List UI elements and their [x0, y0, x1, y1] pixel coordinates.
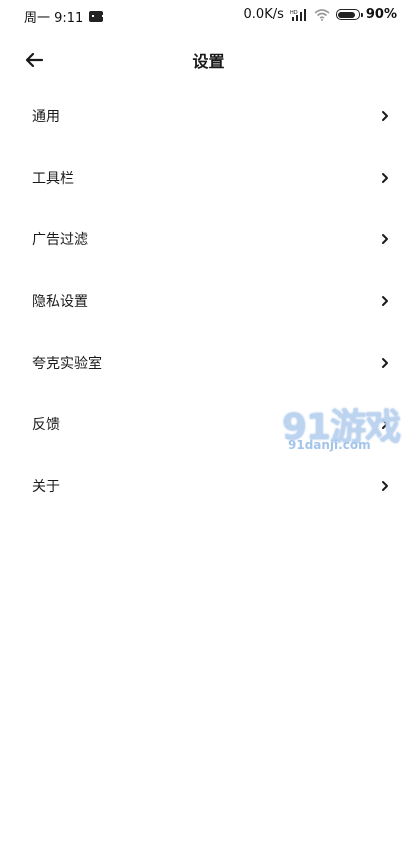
- chevron-right-icon: [382, 172, 388, 183]
- setting-label: 广告过滤: [32, 232, 88, 249]
- setting-label: 工具栏: [32, 170, 74, 187]
- battery-icon: [335, 9, 363, 20]
- chevron-right-icon: [382, 419, 388, 430]
- setting-label: 隐私设置: [32, 293, 88, 310]
- status-left: 周一 9:11: [24, 7, 105, 26]
- chevron-right-icon: [382, 234, 388, 245]
- settings-screen: 周一 9:11 0.0K/s HD 90% 设置 通用 工具栏 广告过滤 隐私设…: [0, 0, 417, 852]
- battery-percent: 90%: [365, 7, 397, 22]
- setting-item-labs[interactable]: 夸克实验室: [0, 332, 417, 394]
- status-bar: 周一 9:11 0.0K/s HD 90%: [0, 0, 417, 32]
- battery-cap: [360, 12, 363, 17]
- setting-label: 关于: [32, 478, 60, 495]
- chevron-right-icon: [382, 295, 388, 306]
- setting-item-toolbar[interactable]: 工具栏: [0, 147, 417, 209]
- chevron-right-icon: [382, 110, 388, 121]
- chevron-right-icon: [382, 480, 388, 491]
- battery-fill: [338, 11, 355, 18]
- chevron-right-icon: [382, 357, 388, 368]
- setting-item-feedback[interactable]: 反馈: [0, 393, 417, 455]
- setting-label: 夸克实验室: [32, 355, 102, 372]
- settings-list: 通用 工具栏 广告过滤 隐私设置 夸克实验室 反馈 关于: [0, 85, 417, 517]
- setting-label: 反馈: [32, 417, 60, 434]
- setting-label: 通用: [32, 108, 60, 125]
- message-icon: [89, 11, 105, 22]
- page-title: 设置: [192, 52, 225, 71]
- header: 设置: [0, 36, 417, 84]
- signal-icon: HD: [290, 8, 306, 21]
- setting-item-privacy[interactable]: 隐私设置: [0, 270, 417, 332]
- status-right: 0.0K/s HD 90%: [244, 7, 397, 22]
- setting-item-ad-filter[interactable]: 广告过滤: [0, 208, 417, 270]
- network-speed: 0.0K/s: [243, 7, 284, 22]
- status-time: 周一 9:11: [24, 11, 84, 26]
- wifi-icon: [314, 8, 330, 21]
- setting-item-about[interactable]: 关于: [0, 455, 417, 517]
- setting-item-general[interactable]: 通用: [0, 85, 417, 147]
